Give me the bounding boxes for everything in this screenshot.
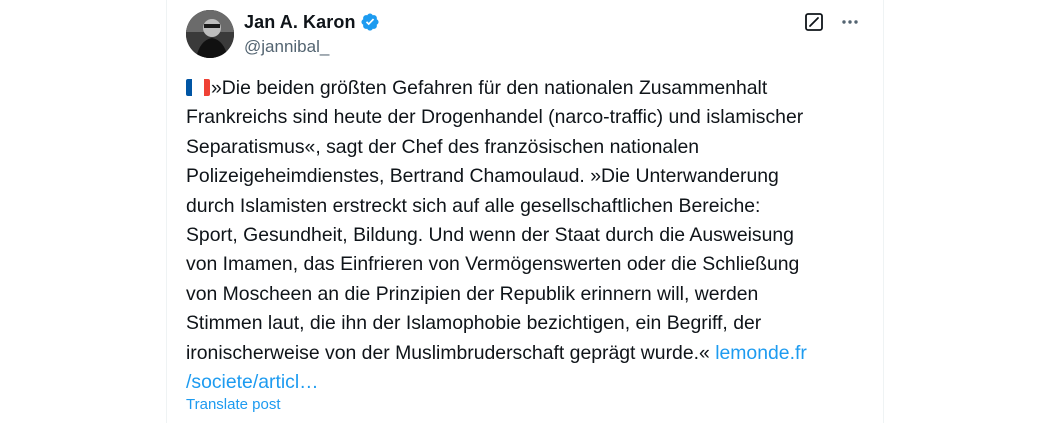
- post-text-line: Sport, Gesundheit, Bildung. Und wenn der…: [186, 224, 794, 247]
- post-actions: [801, 9, 863, 35]
- translate-post-link[interactable]: Translate post: [186, 396, 281, 413]
- edit-icon[interactable]: [801, 9, 827, 35]
- author-handle[interactable]: @jannibal_: [244, 37, 380, 57]
- post-text-line: von Imamen, das Einfrieren von Vermögens…: [186, 253, 800, 276]
- author-display-name[interactable]: Jan A. Karon: [244, 12, 356, 33]
- post-text-line: durch Islamisten erstreckt sich auf alle…: [186, 194, 761, 217]
- post-text-line: Separatismus«, sagt der Chef des französ…: [186, 135, 700, 158]
- tweet-card: Jan A. Karon @jannibal_ »Die beiden größ…: [166, 0, 884, 423]
- article-link-domain[interactable]: lemonde.fr: [715, 342, 807, 364]
- article-link-path[interactable]: /societe/articl…: [186, 371, 319, 393]
- more-icon[interactable]: [837, 9, 863, 35]
- avatar-image: [186, 10, 234, 58]
- post-text-line: Polizeigeheimdienstes, Bertrand Chamoula…: [186, 165, 779, 188]
- post-text-line: Frankreichs sind heute der Drogenhandel …: [186, 106, 804, 129]
- avatar[interactable]: [186, 10, 234, 58]
- post-text-line: von Moscheen an die Prinzipien der Repub…: [186, 282, 759, 305]
- post-text-line: »Die beiden größten Gefahren für den nat…: [211, 77, 768, 99]
- post-text: »Die beiden größten Gefahren für den nat…: [186, 74, 876, 397]
- verified-badge-icon[interactable]: [360, 12, 380, 32]
- france-flag-icon: [186, 76, 210, 96]
- author-block: Jan A. Karon @jannibal_: [244, 11, 380, 57]
- post-text-line: ironischerweise von der Muslimbruderscha…: [186, 341, 716, 364]
- name-row: Jan A. Karon: [244, 11, 380, 33]
- post-text-line: Stimmen laut, die ihn der Islamophobie b…: [186, 312, 762, 335]
